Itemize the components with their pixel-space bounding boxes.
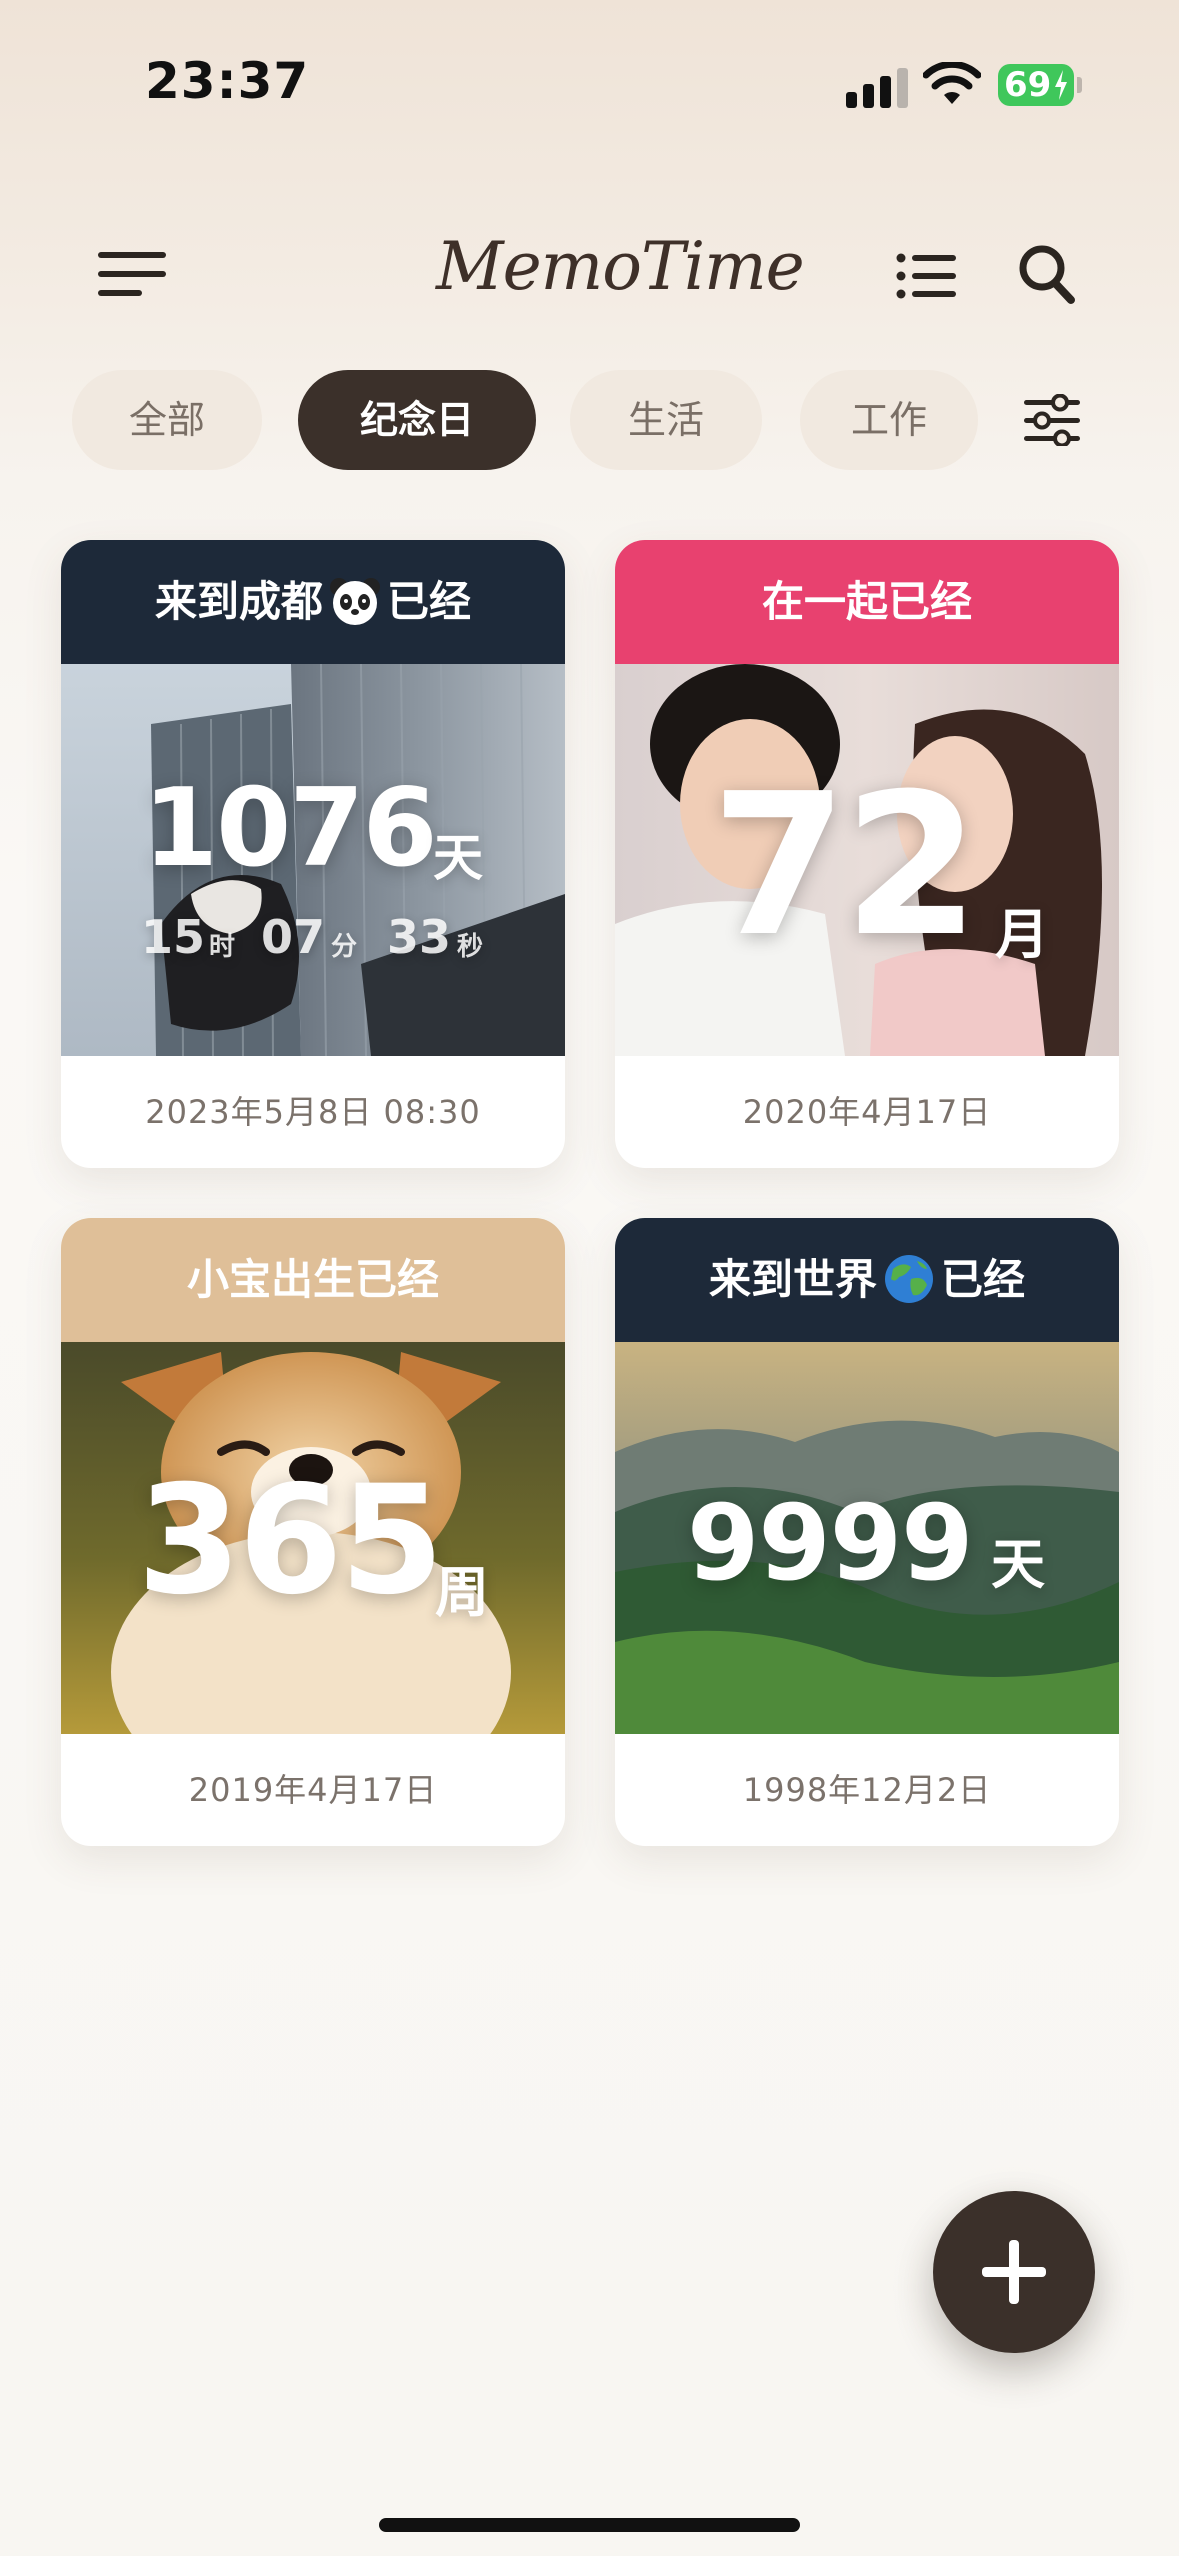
card-title: 在一起已经 xyxy=(761,577,972,626)
card-count: 72 xyxy=(711,752,980,980)
event-card-together[interactable]: 在一起已经 72 月 2020年4月17日 xyxy=(615,540,1119,1168)
card-photo-couple: 72 月 xyxy=(615,664,1119,1056)
earth-emoji-icon xyxy=(885,1254,933,1303)
card-title: 来到世界 xyxy=(708,1255,877,1304)
tab-all[interactable]: 全部 xyxy=(72,370,262,470)
cellular-signal-icon xyxy=(846,66,910,108)
tab-anniversary[interactable]: 纪念日 xyxy=(298,370,536,470)
card-count: 1076 xyxy=(143,766,438,891)
filter-settings-icon[interactable] xyxy=(1024,394,1080,446)
search-icon[interactable] xyxy=(1018,244,1076,306)
home-indicator xyxy=(379,2518,800,2532)
card-count: 9999 xyxy=(687,1482,973,1604)
add-event-button[interactable] xyxy=(933,2191,1095,2353)
card-unit: 天 xyxy=(991,1533,1045,1596)
app-logo: MemoTime xyxy=(436,228,805,305)
card-header: 来到世界 已经 xyxy=(615,1218,1119,1342)
status-time: 23:37 xyxy=(145,52,310,110)
plus-icon-vertical xyxy=(1009,2240,1019,2304)
card-date: 2019年4月17日 xyxy=(188,1771,438,1809)
card-minutes: 07 xyxy=(261,910,326,964)
card-seconds-unit: 秒 xyxy=(457,932,484,962)
card-header: 小宝出生已经 xyxy=(61,1218,565,1342)
battery-level: 69 xyxy=(1004,65,1052,105)
battery-tip xyxy=(1077,77,1082,93)
card-unit: 月 xyxy=(995,903,1049,966)
card-header: 在一起已经 xyxy=(615,540,1119,664)
card-header: 来到成都 已经 xyxy=(61,540,565,664)
panda-emoji-icon xyxy=(330,577,380,625)
list-view-icon[interactable] xyxy=(896,252,956,300)
card-date: 2023年5月8日 08:30 xyxy=(145,1093,481,1131)
event-card-chengdu[interactable]: 来到成都 已经 1076 天 15 时 07 分 33 秒 2023年5月8日 … xyxy=(61,540,565,1168)
card-photo-corgi: 365 周 xyxy=(61,1342,565,1734)
card-title: 来到成都 xyxy=(154,577,323,626)
charging-bolt-icon xyxy=(1055,70,1067,100)
card-count: 365 xyxy=(137,1454,444,1628)
card-title-suffix: 已经 xyxy=(941,1255,1026,1304)
card-date: 1998年12月2日 xyxy=(742,1771,992,1809)
card-date: 2020年4月17日 xyxy=(742,1093,992,1131)
card-title-suffix: 已经 xyxy=(387,577,472,626)
tab-work[interactable]: 工作 xyxy=(800,370,978,470)
battery-indicator: 69 xyxy=(998,64,1082,106)
menu-icon[interactable] xyxy=(98,252,166,296)
card-hours-unit: 时 xyxy=(209,932,236,962)
event-card-world[interactable]: 来到世界 已经 9999 天 1998年12月2日 xyxy=(615,1218,1119,1846)
card-unit: 天 xyxy=(433,829,483,887)
card-hours: 15 xyxy=(141,910,206,964)
card-seconds: 33 xyxy=(387,910,452,964)
tab-life[interactable]: 生活 xyxy=(570,370,762,470)
event-card-baby[interactable]: 小宝出生已经 365 周 2019年4月17日 xyxy=(61,1218,565,1846)
card-photo-building: 1076 天 15 时 07 分 33 秒 xyxy=(61,664,565,1056)
card-title: 小宝出生已经 xyxy=(186,1255,439,1304)
card-minutes-unit: 分 xyxy=(331,932,358,962)
wifi-icon xyxy=(923,62,981,104)
card-photo-mountains: 9999 天 xyxy=(615,1342,1119,1734)
card-unit: 周 xyxy=(435,1561,489,1624)
